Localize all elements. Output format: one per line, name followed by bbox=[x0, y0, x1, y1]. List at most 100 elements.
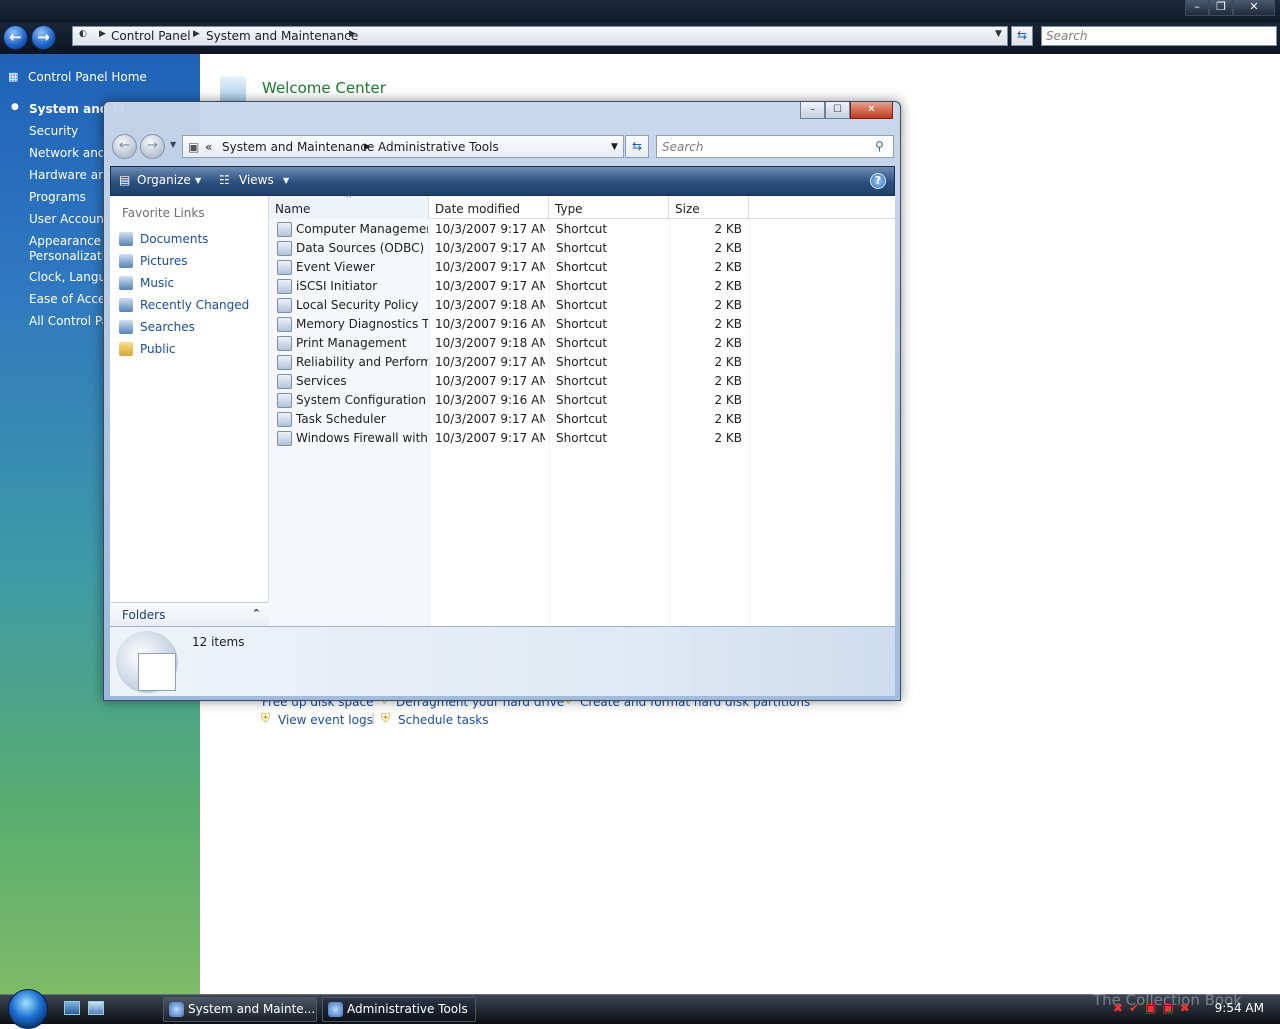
forward-button[interactable]: → bbox=[31, 25, 56, 50]
favorite-link-documents[interactable]: Documents bbox=[140, 232, 208, 246]
cell-name: Data Sources (ODBC) bbox=[296, 241, 425, 255]
sidebar-item-user-accounts[interactable]: User Account bbox=[29, 212, 109, 226]
favorite-link-music[interactable]: Music bbox=[140, 276, 174, 290]
cell-size: 2 KB bbox=[714, 279, 742, 293]
restore-button[interactable]: ❐ bbox=[1209, 0, 1233, 16]
recent-pages-chevron-icon[interactable]: ▼ bbox=[170, 140, 176, 149]
taskbar-button-administrative-tools[interactable]: Administrative Tools bbox=[322, 997, 476, 1022]
table-row[interactable]: Task Scheduler 10/3/2007 9:17 AM Shortcut 2… bbox=[269, 410, 751, 429]
back-button[interactable]: ← bbox=[112, 134, 137, 159]
sidebar-item-appearance[interactable]: Appearance a bbox=[29, 234, 112, 248]
cell-type: Shortcut bbox=[556, 412, 608, 426]
cell-name: Memory Diagnostics T... bbox=[296, 317, 428, 331]
sidebar-item-network[interactable]: Network and I bbox=[29, 146, 113, 160]
favorite-link-recently-changed[interactable]: Recently Changed bbox=[140, 298, 249, 312]
table-row[interactable]: Memory Diagnostics T... 10/3/2007 9:16 AM… bbox=[269, 315, 751, 334]
documents-icon bbox=[119, 232, 133, 246]
column-header-name[interactable]: Name ^ bbox=[269, 194, 429, 219]
refresh-button[interactable]: ⇆ bbox=[625, 135, 649, 158]
help-icon[interactable]: ? bbox=[870, 173, 886, 189]
chevron-down-icon[interactable]: ▼ bbox=[611, 142, 618, 152]
folders-toggle[interactable]: Folders ⌃ bbox=[110, 602, 269, 626]
sidebar-item-personalization[interactable]: Personalizatio bbox=[29, 249, 112, 263]
link-view-event-logs[interactable]: View event logs bbox=[278, 713, 373, 727]
minimize-button[interactable]: – bbox=[800, 102, 825, 119]
table-row[interactable]: System Configuration 10/3/2007 9:16 AM Sho… bbox=[269, 391, 751, 410]
cell-date: 10/3/2007 9:17 AM bbox=[435, 222, 545, 236]
cell-size: 2 KB bbox=[714, 317, 742, 331]
notification-area-icons[interactable]: ✖✔▣▣✖ bbox=[1113, 1001, 1196, 1015]
clock[interactable]: 9:54 AM bbox=[1215, 1001, 1264, 1015]
chevron-down-icon[interactable]: ▼ bbox=[195, 176, 201, 185]
forward-button[interactable]: → bbox=[140, 134, 165, 159]
back-button[interactable]: ← bbox=[3, 25, 28, 50]
taskbar-button-system-maintenance[interactable]: System and Mainte... bbox=[163, 997, 317, 1022]
sidebar-item-security[interactable]: Security bbox=[29, 124, 78, 138]
column-type-label: Type bbox=[555, 202, 583, 216]
search-input[interactable]: Search bbox=[656, 135, 894, 158]
maximize-button[interactable]: ☐ bbox=[825, 102, 850, 119]
table-row[interactable]: Local Security Policy 10/3/2007 9:18 AM Sh… bbox=[269, 296, 751, 315]
sidebar-item-hardware[interactable]: Hardware and bbox=[29, 168, 113, 182]
control-panel-home-icon: ▦ bbox=[8, 70, 19, 83]
address-bar[interactable]: ▣ « System and Maintenance ▶ Administrat… bbox=[182, 135, 624, 158]
organize-button[interactable]: Organize bbox=[137, 173, 191, 187]
favorite-link-public[interactable]: Public bbox=[140, 342, 176, 356]
favorite-link-searches[interactable]: Searches bbox=[140, 320, 195, 334]
column-header-date[interactable]: Date modified bbox=[429, 196, 549, 219]
breadcrumb-administrative-tools[interactable]: Administrative Tools bbox=[378, 140, 499, 154]
table-row[interactable]: Windows Firewall with ... 10/3/2007 9:17 … bbox=[269, 429, 751, 448]
sidebar-item-home[interactable]: Control Panel Home bbox=[28, 70, 147, 84]
cell-type: Shortcut bbox=[556, 279, 608, 293]
sidebar-item-programs[interactable]: Programs bbox=[29, 190, 86, 204]
switch-windows-icon[interactable] bbox=[88, 1001, 104, 1015]
chevron-down-icon[interactable]: ▼ bbox=[283, 176, 289, 185]
chevron-down-icon[interactable]: ▼ bbox=[995, 29, 1002, 39]
refresh-button[interactable]: ⇆ bbox=[1011, 26, 1033, 46]
chevron-right-icon[interactable]: ▶ bbox=[99, 29, 106, 39]
minimize-button[interactable]: – bbox=[1185, 0, 1209, 16]
chevron-up-icon[interactable]: ⌃ bbox=[252, 607, 261, 620]
sidebar-item-ease-of-access[interactable]: Ease of Acces bbox=[29, 292, 112, 306]
table-row[interactable]: Event Viewer 10/3/2007 9:17 AM Shortcut 2 K… bbox=[269, 258, 751, 277]
cell-size: 2 KB bbox=[714, 336, 742, 350]
sidebar-item-all-control-panel[interactable]: All Control Pa bbox=[29, 314, 109, 328]
control-panel-icon: ◐ bbox=[79, 29, 87, 39]
cell-type: Shortcut bbox=[556, 374, 608, 388]
welcome-center-link[interactable]: Welcome Center bbox=[262, 79, 386, 97]
chevron-right-icon[interactable]: ▶ bbox=[193, 29, 200, 39]
favorite-link-pictures[interactable]: Pictures bbox=[140, 254, 188, 268]
table-row[interactable]: Services 10/3/2007 9:17 AM Shortcut 2 KB bbox=[269, 372, 751, 391]
search-icon[interactable]: ⚲ bbox=[875, 139, 884, 153]
table-row[interactable]: Print Management 10/3/2007 9:18 AM Shortcu… bbox=[269, 334, 751, 353]
start-button[interactable] bbox=[8, 989, 48, 1029]
views-button[interactable]: Views bbox=[239, 173, 274, 187]
address-bar[interactable]: ◐ ▶ Control Panel ▶ System and Maintenan… bbox=[72, 26, 1008, 46]
chevron-right-icon[interactable]: ▶ bbox=[349, 29, 356, 39]
table-row[interactable]: Data Sources (ODBC) 10/3/2007 9:17 AM Shor… bbox=[269, 239, 751, 258]
table-row[interactable]: iSCSI Initiator 10/3/2007 9:17 AM Shortcut… bbox=[269, 277, 751, 296]
breadcrumb-system-maintenance[interactable]: System and Maintenance bbox=[206, 29, 358, 43]
shortcut-icon bbox=[277, 431, 292, 446]
cell-size: 2 KB bbox=[714, 393, 742, 407]
table-row[interactable]: Reliability and Perform... 10/3/2007 9:17… bbox=[269, 353, 751, 372]
link-schedule-tasks[interactable]: Schedule tasks bbox=[398, 713, 488, 727]
close-button[interactable]: ✕ bbox=[850, 102, 893, 119]
search-input[interactable]: Search bbox=[1041, 26, 1277, 46]
sidebar-item-clock[interactable]: Clock, Langua bbox=[29, 270, 113, 284]
breadcrumb-control-panel[interactable]: Control Panel bbox=[111, 29, 191, 43]
table-row[interactable]: Computer Management 10/3/2007 9:17 AM Shor… bbox=[269, 220, 751, 239]
column-header-size[interactable]: Size bbox=[669, 196, 749, 219]
show-desktop-icon[interactable] bbox=[64, 1001, 80, 1015]
column-header-type[interactable]: Type bbox=[549, 196, 669, 219]
chevron-right-icon[interactable]: ▶ bbox=[364, 142, 371, 152]
shortcut-icon bbox=[277, 374, 292, 389]
column-size-label: Size bbox=[675, 202, 700, 216]
cell-name: System Configuration bbox=[296, 393, 426, 407]
breadcrumb-system-maintenance[interactable]: System and Maintenance bbox=[222, 140, 374, 154]
close-button[interactable]: ✕ bbox=[1233, 0, 1275, 16]
music-icon bbox=[119, 276, 133, 290]
breadcrumb-overflow[interactable]: « bbox=[205, 140, 212, 154]
shield-icon: ⛨ bbox=[381, 711, 391, 725]
cell-name: Event Viewer bbox=[296, 260, 375, 274]
